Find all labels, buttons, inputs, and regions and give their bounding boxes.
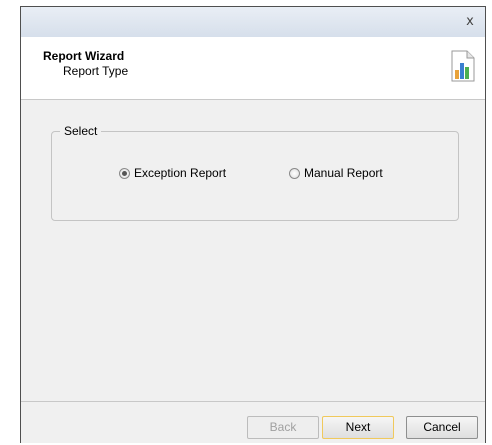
group-legend: Select — [60, 124, 102, 138]
cancel-button[interactable]: Cancel — [406, 416, 478, 439]
wizard-title: Report Wizard — [43, 49, 125, 63]
wizard-subtitle: Report Type — [63, 64, 129, 78]
exception-report-radio[interactable]: Exception Report — [119, 166, 226, 180]
manual-report-label[interactable]: Manual Report — [304, 166, 383, 180]
manual-report-radio[interactable]: Manual Report — [289, 166, 383, 180]
report-chart-icon — [451, 50, 475, 82]
wizard-header: Report Wizard Report Type — [21, 37, 485, 100]
radio-checked-icon[interactable] — [119, 167, 130, 179]
back-button[interactable]: Back — [247, 416, 319, 439]
exception-report-label[interactable]: Exception Report — [134, 166, 226, 180]
close-button[interactable]: x — [462, 14, 478, 30]
title-bar: x — [21, 7, 485, 37]
report-type-group: Select Exception Report Manual Report — [51, 124, 459, 221]
wizard-footer: Back Next Cancel — [21, 401, 485, 445]
radio-unchecked-icon[interactable] — [289, 167, 300, 179]
next-button[interactable]: Next — [322, 416, 394, 439]
report-wizard-window: x Report Wizard Report Type Select Excep… — [20, 6, 486, 443]
